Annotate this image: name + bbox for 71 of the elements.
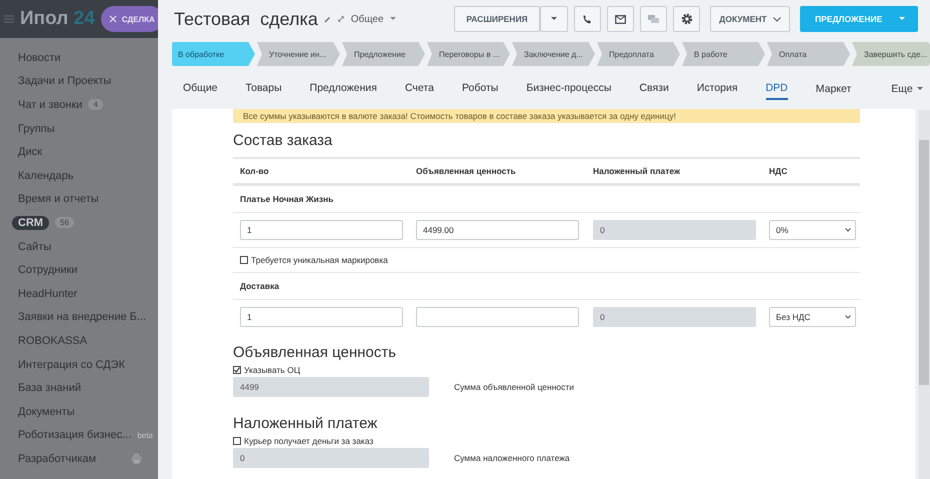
section-title: Наложенный платеж: [233, 415, 378, 432]
sidebar-item[interactable]: Интеграция со СДЭК: [18, 358, 125, 371]
stage-step[interactable]: Заключение д...: [512, 42, 595, 66]
sidebar-item[interactable]: Время и отчеты: [18, 193, 99, 206]
stage-step[interactable]: Завершить сде...: [852, 42, 930, 66]
sidebar-item[interactable]: HeadHunter: [18, 288, 78, 300]
sidebar-item[interactable]: Разработчикам: [18, 452, 96, 465]
column-header: НДС: [769, 166, 788, 176]
sidebar-item[interactable]: Сотрудники: [18, 264, 78, 276]
item-name: Платье Ночная Жизнь: [240, 194, 334, 204]
tab[interactable]: Маркет: [816, 83, 852, 95]
input-field: 0: [593, 307, 756, 327]
sidebar-item[interactable]: База знаний: [18, 382, 82, 394]
stage-step[interactable]: Уточнение ин...: [257, 42, 340, 66]
sidebar-item[interactable]: CRM: [12, 216, 50, 230]
deal-title: Тестовая сделка: [174, 8, 318, 30]
tab[interactable]: Общие: [183, 78, 218, 100]
tab[interactable]: DPD: [766, 78, 788, 100]
checkbox-label: Курьер получает деньги за заказ: [244, 436, 374, 446]
select-field[interactable]: Без НДС: [769, 307, 856, 327]
sidebar-item[interactable]: Документы: [18, 406, 75, 418]
column-header: Объявленная ценность: [416, 166, 517, 176]
input-field: 4499: [233, 377, 429, 397]
tab[interactable]: Роботы: [462, 78, 498, 100]
field-caption: Сумма объявленной ценности: [454, 382, 574, 392]
beta-label: beta: [137, 430, 153, 440]
stage-step[interactable]: Предоплата: [597, 42, 680, 66]
tab[interactable]: Счета: [404, 78, 434, 100]
checkbox-label: Требуется уникальная маркировка: [251, 255, 388, 265]
section-title: Состав заказа: [233, 132, 334, 149]
sidebar-item[interactable]: Роботизация бизнес...: [18, 429, 132, 442]
stage-step[interactable]: Оплата: [767, 42, 850, 66]
section-title: Объявленная ценность: [233, 344, 398, 361]
select-field[interactable]: 0%: [769, 220, 856, 240]
counter-badge: 56: [55, 217, 74, 228]
notice-banner: Все суммы указываются в валюте заказа! Стоимость товаров в составе заказа указывается за одну единицу!: [233, 109, 860, 123]
category-dropdown[interactable]: Общее: [350, 14, 384, 24]
checkbox-label: Указывать ОЦ: [244, 365, 300, 375]
tab[interactable]: Товары: [246, 78, 282, 100]
stage-step[interactable]: В работе: [682, 42, 765, 66]
extensions-button[interactable]: РАСШИРЕНИЯ: [454, 6, 540, 32]
more-tab[interactable]: Еще: [891, 83, 923, 95]
sidebar-item[interactable]: Заявки на внедрение Б...: [18, 311, 146, 324]
sidebar-item[interactable]: Календарь: [18, 170, 74, 182]
field-caption: Сумма наложенного платежа: [454, 453, 570, 463]
input-field[interactable]: 1: [240, 220, 403, 240]
input-field: 0: [593, 220, 756, 240]
document-button[interactable]: ДОКУМЕНТ: [710, 6, 790, 32]
input-field: 0: [233, 448, 429, 468]
tab[interactable]: Бизнес-процессы: [526, 78, 612, 100]
tab[interactable]: Связи: [639, 78, 669, 100]
sidebar-item[interactable]: Сайты: [18, 240, 52, 253]
sidebar-item[interactable]: Группы: [18, 122, 55, 135]
counter-badge: 4: [88, 99, 103, 110]
sidebar-item[interactable]: Чат и звонки: [18, 98, 82, 111]
deal-chip[interactable]: СДЕЛКА: [100, 6, 158, 32]
logo[interactable]: Ипол 24: [20, 8, 95, 30]
tab[interactable]: Предложения: [310, 78, 377, 100]
input-field[interactable]: 4499.00: [416, 220, 579, 240]
tab[interactable]: История: [696, 78, 738, 100]
sidebar-item[interactable]: Задачи и Проекты: [18, 75, 112, 88]
stage-step[interactable]: В обработке: [172, 42, 255, 66]
sidebar-item[interactable]: ROBOKASSA: [18, 334, 88, 347]
item-name: Доставка: [240, 281, 280, 291]
column-header: Кол-во: [240, 166, 270, 176]
stage-step[interactable]: Переговоры в ...: [427, 42, 510, 66]
sidebar-item[interactable]: Новости: [18, 52, 61, 64]
stage-step[interactable]: Предложение: [342, 42, 425, 66]
sidebar-item[interactable]: Диск: [18, 146, 42, 158]
column-header: Наложенный платеж: [593, 166, 682, 176]
input-field[interactable]: 1: [240, 307, 403, 327]
